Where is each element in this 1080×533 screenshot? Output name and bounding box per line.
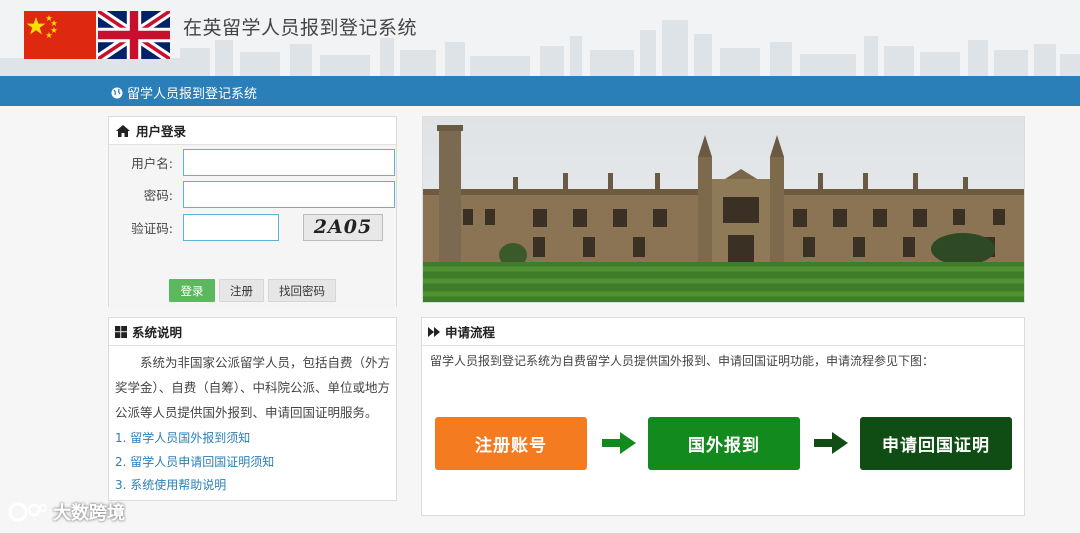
password-input[interactable]	[183, 181, 395, 208]
site-header: 在英留学人员报到登记系统	[0, 0, 1080, 76]
login-button[interactable]: 登录	[169, 279, 215, 302]
watermark-logo-icon	[8, 502, 47, 522]
home-icon	[116, 124, 130, 137]
password-row: 密码:	[109, 181, 395, 208]
step-register-account: 注册账号	[435, 417, 587, 470]
info-links: 1. 留学人员国外报到须知 2. 留学人员申请回国证明须知 3. 系统使用帮助说…	[109, 427, 396, 498]
info-header: 系统说明	[109, 318, 396, 346]
password-label: 密码:	[143, 188, 173, 203]
china-flag	[24, 11, 96, 59]
nav-home-link[interactable]: 留学人员报到登记系统	[111, 83, 257, 102]
captcha-image[interactable]: 2A05	[303, 214, 383, 241]
link-help-guide[interactable]: 3. 系统使用帮助说明	[115, 474, 396, 498]
link-return-certificate-notice[interactable]: 2. 留学人员申请回国证明须知	[115, 451, 396, 475]
recover-password-button[interactable]: 找回密码	[268, 279, 336, 302]
register-button[interactable]: 注册	[219, 279, 264, 302]
captcha-label: 验证码:	[131, 221, 173, 236]
captcha-input[interactable]	[183, 214, 279, 241]
arrow-right-icon	[602, 432, 636, 454]
login-panel: 用户登录 用户名: 密码: 验证码: 2A05 登录 注册 找回密码	[108, 116, 397, 307]
campus-photo	[422, 116, 1025, 303]
captcha-row: 验证码:	[109, 214, 279, 241]
login-buttons: 登录 注册 找回密码	[169, 279, 336, 302]
flow-header: 申请流程	[422, 318, 1024, 346]
windows-icon	[115, 325, 127, 338]
site-title: 在英留学人员报到登记系统	[183, 17, 418, 39]
arrow-right-icon	[814, 432, 848, 454]
nav-bar: 留学人员报到登记系统	[0, 76, 1080, 106]
application-flow-panel: 申请流程 留学人员报到登记系统为自费留学人员提供国外报到、申请回国证明功能，申请…	[421, 317, 1025, 516]
play-forward-icon	[428, 326, 440, 337]
info-description: 系统为非国家公派留学人员，包括自费（外方奖学金）、自费（自筹）、中科院公派、单位…	[115, 355, 391, 420]
system-info-panel: 系统说明 系统为非国家公派留学人员，包括自费（外方奖学金）、自费（自筹）、中科院…	[108, 317, 397, 501]
username-row: 用户名:	[109, 149, 395, 176]
login-heading: 用户登录	[136, 124, 187, 139]
info-heading: 系统说明	[132, 325, 183, 340]
flow-heading: 申请流程	[445, 325, 496, 340]
step-return-certificate: 申请回国证明	[860, 417, 1012, 470]
flow-description: 留学人员报到登记系统为自费留学人员提供国外报到、申请回国证明功能，申请流程参见下…	[430, 354, 935, 368]
uk-flag	[95, 7, 173, 63]
globe-icon	[111, 87, 123, 98]
watermark: 大数跨境	[8, 499, 125, 525]
step-overseas-registration: 国外报到	[648, 417, 800, 470]
username-input[interactable]	[183, 149, 395, 176]
nav-title-text: 留学人员报到登记系统	[127, 87, 258, 102]
link-overseas-registration-notice[interactable]: 1. 留学人员国外报到须知	[115, 427, 396, 451]
watermark-text: 大数跨境	[53, 503, 125, 524]
login-header: 用户登录	[109, 117, 396, 145]
username-label: 用户名:	[131, 156, 173, 171]
